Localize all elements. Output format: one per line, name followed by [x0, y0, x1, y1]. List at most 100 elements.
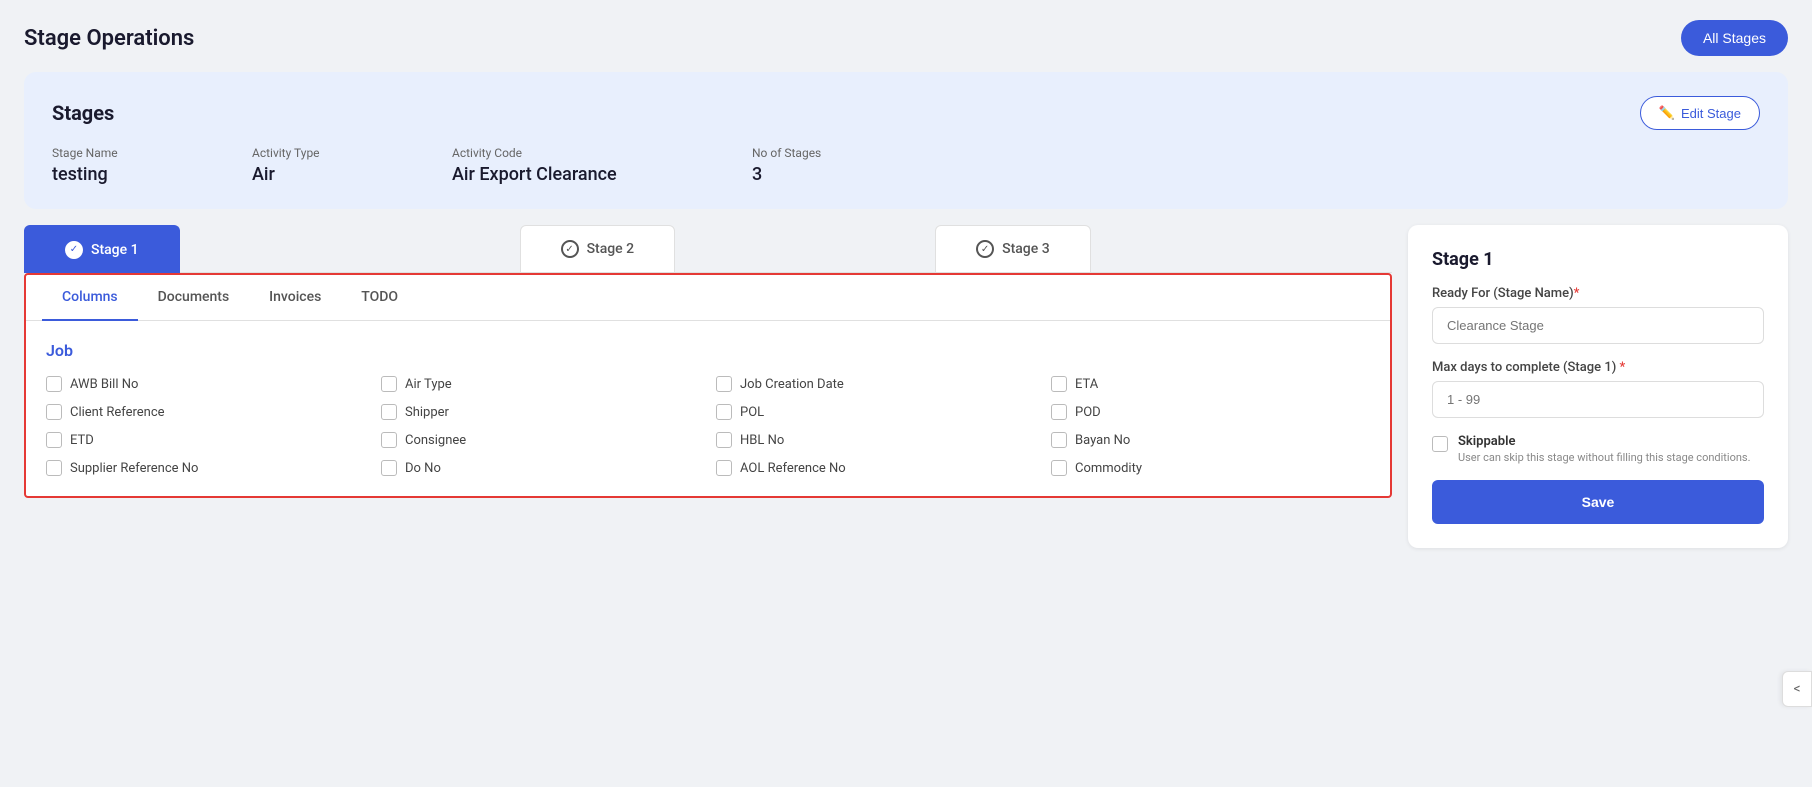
checkbox-label: Air Type	[405, 377, 452, 392]
no-of-stages-meta: No of Stages 3	[752, 146, 902, 185]
check-icon-1: ✓	[65, 241, 83, 259]
checkbox-box[interactable]	[46, 376, 62, 392]
right-panel: Stage 1 Ready For (Stage Name)* Max days…	[1408, 225, 1788, 548]
required-star-1: *	[1574, 286, 1580, 301]
columns-content: Job AWB Bill NoAir TypeJob Creation Date…	[26, 321, 1390, 496]
checkbox-box[interactable]	[381, 376, 397, 392]
left-panel: ✓ Stage 1 ✓ Stage 2 ✓ Stage 3 Columns	[24, 225, 1392, 548]
checkbox-box[interactable]	[381, 460, 397, 476]
columns-checkbox-grid: AWB Bill No Air Type Job Creation Date ETA C…	[46, 376, 1370, 476]
stage-tab-1-label: Stage 1	[91, 242, 139, 258]
activity-type-meta: Activity Type Air	[252, 146, 452, 185]
checkbox-label: AOL Reference No	[740, 461, 846, 476]
right-panel-title: Stage 1	[1432, 249, 1764, 270]
checkbox-box[interactable]	[46, 404, 62, 420]
checkbox-item[interactable]: POD	[1051, 404, 1370, 420]
required-star-2: *	[1616, 360, 1625, 375]
checkbox-label: ETD	[70, 433, 94, 448]
tab-invoices[interactable]: Invoices	[249, 275, 341, 321]
checkbox-box[interactable]	[716, 432, 732, 448]
check-icon-3: ✓	[976, 240, 994, 258]
checkbox-item[interactable]: Air Type	[381, 376, 700, 392]
checkbox-label: HBL No	[740, 433, 784, 448]
checkbox-label: Shipper	[405, 405, 449, 420]
skippable-text: Skippable User can skip this stage witho…	[1458, 434, 1751, 464]
activity-code-label: Activity Code	[452, 146, 752, 160]
stage-tab-2[interactable]: ✓ Stage 2	[520, 225, 676, 273]
checkbox-item[interactable]: Do No	[381, 460, 700, 476]
activity-type-label: Activity Type	[252, 146, 452, 160]
stage-tab-1[interactable]: ✓ Stage 1	[24, 225, 180, 273]
activity-code-value: Air Export Clearance	[452, 164, 752, 185]
max-days-group: Max days to complete (Stage 1) *	[1432, 360, 1764, 418]
checkbox-box[interactable]	[46, 460, 62, 476]
stage-tab-3[interactable]: ✓ Stage 3	[935, 225, 1091, 273]
checkbox-label: AWB Bill No	[70, 377, 138, 392]
check-icon-2: ✓	[561, 240, 579, 258]
checkbox-box[interactable]	[716, 376, 732, 392]
skippable-checkbox[interactable]	[1432, 436, 1448, 452]
checkbox-box[interactable]	[1051, 460, 1067, 476]
stage-name-value: testing	[52, 164, 252, 185]
skippable-desc: User can skip this stage without filling…	[1458, 451, 1751, 464]
checkbox-box[interactable]	[46, 432, 62, 448]
ready-for-input[interactable]	[1432, 307, 1764, 344]
tab-todo[interactable]: TODO	[341, 275, 418, 321]
activity-code-meta: Activity Code Air Export Clearance	[452, 146, 752, 185]
checkbox-item[interactable]: Shipper	[381, 404, 700, 420]
no-of-stages-value: 3	[752, 164, 902, 185]
checkbox-box[interactable]	[716, 460, 732, 476]
page-header: Stage Operations All Stages	[24, 20, 1788, 56]
pencil-icon: ✏️	[1659, 105, 1675, 121]
activity-type-value: Air	[252, 164, 452, 185]
ready-for-group: Ready For (Stage Name)*	[1432, 286, 1764, 344]
tab-documents[interactable]: Documents	[138, 275, 250, 321]
checkbox-item[interactable]: HBL No	[716, 432, 1035, 448]
ready-for-label: Ready For (Stage Name)*	[1432, 286, 1764, 301]
stages-card-header: Stages ✏️ Edit Stage	[52, 96, 1760, 130]
checkbox-item[interactable]: Commodity	[1051, 460, 1370, 476]
checkbox-box[interactable]	[1051, 432, 1067, 448]
checkbox-item[interactable]: Supplier Reference No	[46, 460, 365, 476]
main-content: ✓ Stage 1 ✓ Stage 2 ✓ Stage 3 Columns	[24, 225, 1788, 548]
checkbox-item[interactable]: AOL Reference No	[716, 460, 1035, 476]
checkbox-label: Do No	[405, 461, 441, 476]
stages-meta: Stage Name testing Activity Type Air Act…	[52, 146, 1760, 185]
checkbox-box[interactable]	[1051, 404, 1067, 420]
checkbox-item[interactable]: Client Reference	[46, 404, 365, 420]
checkbox-item[interactable]: AWB Bill No	[46, 376, 365, 392]
checkbox-label: Job Creation Date	[740, 377, 844, 392]
checkbox-item[interactable]: ETA	[1051, 376, 1370, 392]
stages-tabs-row: ✓ Stage 1 ✓ Stage 2 ✓ Stage 3	[24, 225, 1392, 273]
max-days-label: Max days to complete (Stage 1) *	[1432, 360, 1764, 375]
edit-stage-button[interactable]: ✏️ Edit Stage	[1640, 96, 1760, 130]
checkbox-item[interactable]: Consignee	[381, 432, 700, 448]
checkbox-label: Commodity	[1075, 461, 1142, 476]
checkbox-label: POD	[1075, 405, 1101, 420]
page-title: Stage Operations	[24, 26, 194, 51]
stage-tab-3-label: Stage 3	[1002, 241, 1050, 257]
max-days-input[interactable]	[1432, 381, 1764, 418]
stages-card: Stages ✏️ Edit Stage Stage Name testing …	[24, 72, 1788, 209]
checkbox-label: Client Reference	[70, 405, 165, 420]
stage-tab-2-label: Stage 2	[587, 241, 635, 257]
skippable-row: Skippable User can skip this stage witho…	[1432, 434, 1764, 464]
checkbox-box[interactable]	[381, 404, 397, 420]
checkbox-item[interactable]: POL	[716, 404, 1035, 420]
checkbox-label: Supplier Reference No	[70, 461, 198, 476]
save-button[interactable]: Save	[1432, 480, 1764, 524]
checkbox-item[interactable]: ETD	[46, 432, 365, 448]
stage-name-meta: Stage Name testing	[52, 146, 252, 185]
checkbox-box[interactable]	[716, 404, 732, 420]
no-of-stages-label: No of Stages	[752, 146, 902, 160]
checkbox-item[interactable]: Bayan No	[1051, 432, 1370, 448]
stages-card-title: Stages	[52, 101, 114, 125]
tab-columns[interactable]: Columns	[42, 275, 138, 321]
checkbox-box[interactable]	[1051, 376, 1067, 392]
all-stages-button[interactable]: All Stages	[1681, 20, 1788, 56]
checkbox-box[interactable]	[381, 432, 397, 448]
checkbox-item[interactable]: Job Creation Date	[716, 376, 1035, 392]
content-tabs: Columns Documents Invoices TODO	[26, 275, 1390, 321]
stage-name-label: Stage Name	[52, 146, 252, 160]
collapse-button[interactable]: <	[1782, 671, 1812, 707]
